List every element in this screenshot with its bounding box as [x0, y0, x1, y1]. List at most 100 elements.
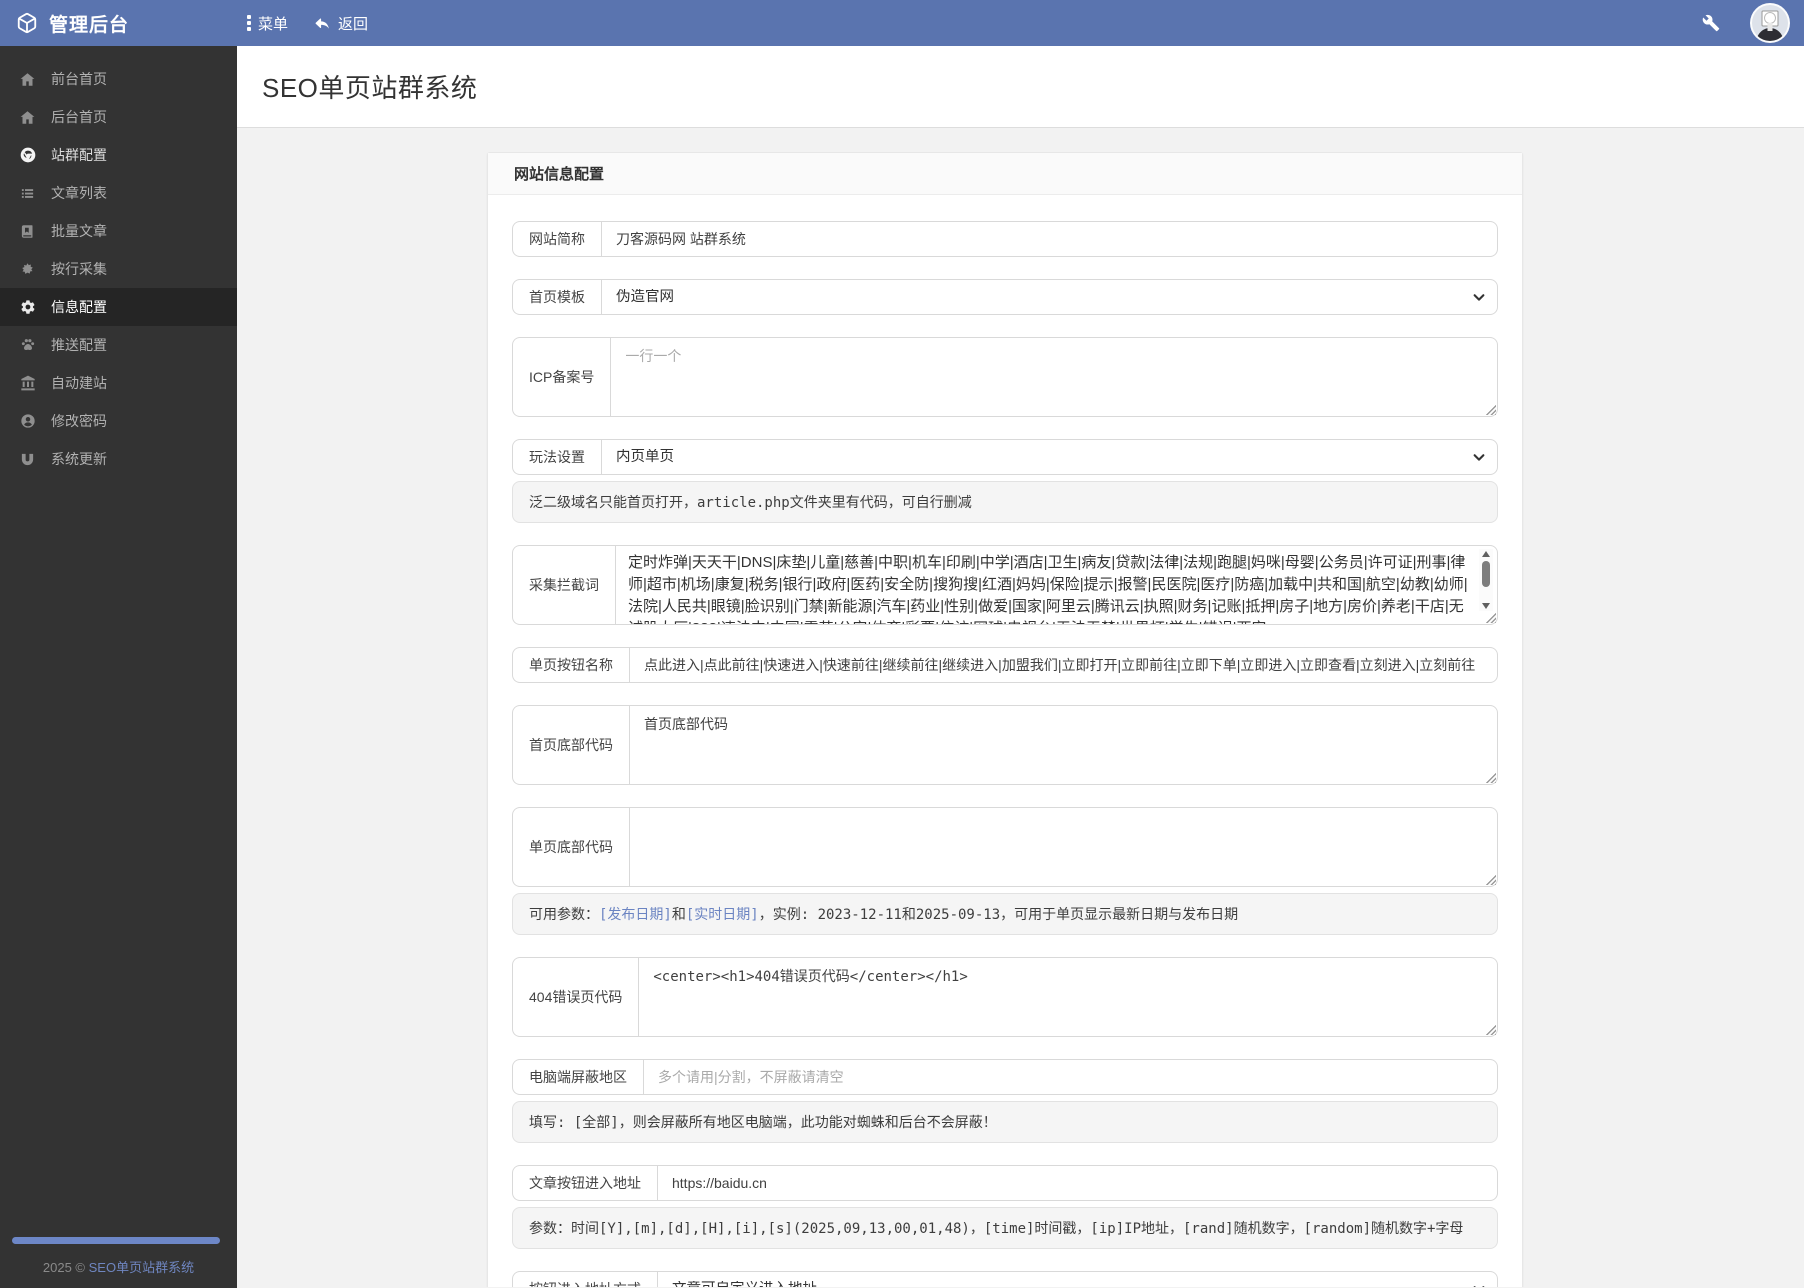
article-url-label: 文章按钮进入地址 — [512, 1165, 657, 1201]
gear-icon — [19, 299, 36, 315]
wrench-icon[interactable] — [1702, 14, 1720, 32]
publish-date-link[interactable]: [发布日期] — [599, 907, 672, 923]
sidebar-item-sitegroup-config[interactable]: 站群配置 — [0, 136, 237, 174]
block-words-group: 采集拦截词 定时炸弹|天天干|DNS|床垫|儿童|慈善|中职|机车|印刷|中学|… — [512, 545, 1498, 625]
play-mode-select[interactable]: 内页单页 — [601, 439, 1498, 475]
pc-block-input[interactable] — [643, 1059, 1498, 1095]
cog-burst-icon — [19, 262, 36, 277]
back-button-label: 返回 — [338, 15, 369, 33]
sidebar-item-change-password[interactable]: 修改密码 — [0, 402, 237, 440]
sidebar-item-label: 站群配置 — [51, 147, 107, 163]
pc-block-note: 填写: [全部]，则会屏蔽所有地区电脑端，此功能对蜘蛛和后台不会屏蔽！ — [512, 1101, 1498, 1143]
sidebar-item-label: 前台首页 — [51, 71, 107, 87]
sidebar-menu: 前台首页 后台首页 站群配置 文章列表 批量文章 按行采集 信息配置 推送配置 … — [0, 46, 237, 478]
scroll-down-icon[interactable] — [1482, 603, 1490, 609]
play-mode-group: 玩法设置 内页单页 — [512, 439, 1498, 475]
sidebar-item-line-collect[interactable]: 按行采集 — [0, 250, 237, 288]
article-url-note: 参数：时间[Y],[m],[d],[H],[i],[s](2025,09,13,… — [512, 1207, 1498, 1249]
back-button[interactable]: 返回 — [314, 13, 368, 34]
page-head: SEO单页站群系统 — [237, 46, 1804, 128]
sidebar-item-batch-articles[interactable]: 批量文章 — [0, 212, 237, 250]
menu-toggle[interactable]: 菜单 — [247, 13, 288, 34]
sidebar-item-article-list[interactable]: 文章列表 — [0, 174, 237, 212]
url-mode-group: 按钮进入地址方式 文章可自定义进入地址 — [512, 1271, 1498, 1287]
play-mode-note: 泛二级域名只能首页打开，article.php文件夹里有代码，可自行删减 — [512, 481, 1498, 523]
sidebar-item-system-update[interactable]: 系统更新 — [0, 440, 237, 478]
icp-textarea[interactable] — [610, 337, 1498, 417]
brand[interactable]: 管理后台 — [0, 10, 237, 37]
topbar-right — [1702, 3, 1804, 43]
sidebar-item-label: 文章列表 — [51, 185, 107, 201]
home-template-label: 首页模板 — [512, 279, 601, 315]
sidebar-item-label: 信息配置 — [51, 299, 107, 315]
pc-block-group: 电脑端屏蔽地区 — [512, 1059, 1498, 1095]
block-words-label: 采集拦截词 — [512, 545, 615, 625]
sidebar-item-label: 批量文章 — [51, 223, 107, 239]
list-icon — [19, 186, 36, 201]
user-circle-icon — [19, 413, 36, 429]
topbar: 管理后台 菜单 返回 — [0, 0, 1804, 46]
book-icon — [19, 224, 36, 239]
page-footer-code-textarea[interactable] — [629, 807, 1498, 887]
vertical-dots-icon — [247, 15, 251, 31]
sidebar-item-label: 后台首页 — [51, 109, 107, 125]
sidebar-item-label: 自动建站 — [51, 375, 107, 391]
globe-icon — [19, 147, 36, 163]
home-icon — [19, 110, 36, 125]
site-name-input[interactable] — [601, 221, 1498, 257]
sidebar-item-info-config[interactable]: 信息配置 — [0, 288, 237, 326]
card-header: 网站信息配置 — [488, 153, 1522, 195]
footer-link[interactable]: SEO单页站群系统 — [89, 1260, 194, 1275]
menu-toggle-label: 菜单 — [258, 15, 289, 33]
sidebar-item-label: 修改密码 — [51, 413, 107, 429]
icp-group: ICP备案号 — [512, 337, 1498, 417]
home-footer-code-label: 首页底部代码 — [512, 705, 629, 785]
sidebar-item-label: 按行采集 — [51, 261, 107, 277]
sidebar-scrollbar-thumb[interactable] — [12, 1237, 220, 1244]
button-names-input[interactable] — [629, 647, 1498, 683]
home-icon — [19, 72, 36, 87]
error404-textarea[interactable]: <center><h1>404错误页代码</center></h1> — [638, 957, 1498, 1037]
sidebar-item-push-config[interactable]: 推送配置 — [0, 326, 237, 364]
textarea-scrollbar — [1479, 549, 1493, 611]
page-footer-code-group: 单页底部代码 — [512, 807, 1498, 887]
scrollbar-thumb[interactable] — [1482, 561, 1490, 587]
url-mode-select[interactable]: 文章可自定义进入地址 — [657, 1271, 1498, 1287]
package-cube-icon — [16, 12, 38, 34]
button-names-group: 单页按钮名称 — [512, 647, 1498, 683]
brand-title: 管理后台 — [49, 14, 130, 36]
sidebar-item-admin-home[interactable]: 后台首页 — [0, 98, 237, 136]
content: 网站信息配置 网站简称 首页模板 伪造官网 — [237, 128, 1804, 1287]
error404-label: 404错误页代码 — [512, 957, 639, 1037]
site-name-group: 网站简称 — [512, 221, 1498, 257]
reply-arrow-icon — [314, 15, 331, 32]
paw-icon — [19, 337, 36, 353]
shell: 前台首页 后台首页 站群配置 文章列表 批量文章 按行采集 信息配置 推送配置 … — [0, 46, 1804, 1288]
page-title: SEO单页站群系统 — [262, 73, 478, 103]
sidebar-item-label: 推送配置 — [51, 337, 107, 353]
article-url-input[interactable] — [657, 1165, 1498, 1201]
block-words-textarea[interactable]: 定时炸弹|天天干|DNS|床垫|儿童|慈善|中职|机车|印刷|中学|酒店|卫生|… — [615, 545, 1498, 625]
url-mode-label: 按钮进入地址方式 — [512, 1271, 657, 1287]
article-url-group: 文章按钮进入地址 — [512, 1165, 1498, 1201]
button-names-label: 单页按钮名称 — [512, 647, 629, 683]
realtime-date-link[interactable]: [实时日期] — [686, 907, 759, 923]
main: SEO单页站群系统 网站信息配置 网站简称 首页模板 — [237, 46, 1804, 1288]
sidebar-footer: 2025 © SEO单页站群系统 — [0, 1257, 237, 1276]
page-footer-code-label: 单页底部代码 — [512, 807, 629, 887]
sidebar-item-auto-build[interactable]: 自动建站 — [0, 364, 237, 402]
topnav: 菜单 返回 — [247, 13, 368, 34]
avatar[interactable] — [1750, 3, 1790, 43]
magnet-icon — [19, 452, 36, 467]
sidebar-item-label: 系统更新 — [51, 451, 107, 467]
home-template-select[interactable]: 伪造官网 — [601, 279, 1498, 315]
site-name-label: 网站简称 — [512, 221, 601, 257]
sidebar-item-front-home[interactable]: 前台首页 — [0, 60, 237, 98]
error404-group: 404错误页代码 <center><h1>404错误页代码</center></… — [512, 957, 1498, 1037]
icp-label: ICP备案号 — [512, 337, 611, 417]
home-template-group: 首页模板 伪造官网 — [512, 279, 1498, 315]
play-mode-label: 玩法设置 — [512, 439, 601, 475]
bank-icon — [19, 375, 36, 391]
home-footer-code-textarea[interactable]: 首页底部代码 — [629, 705, 1498, 785]
site-info-card: 网站信息配置 网站简称 首页模板 伪造官网 — [487, 152, 1523, 1287]
